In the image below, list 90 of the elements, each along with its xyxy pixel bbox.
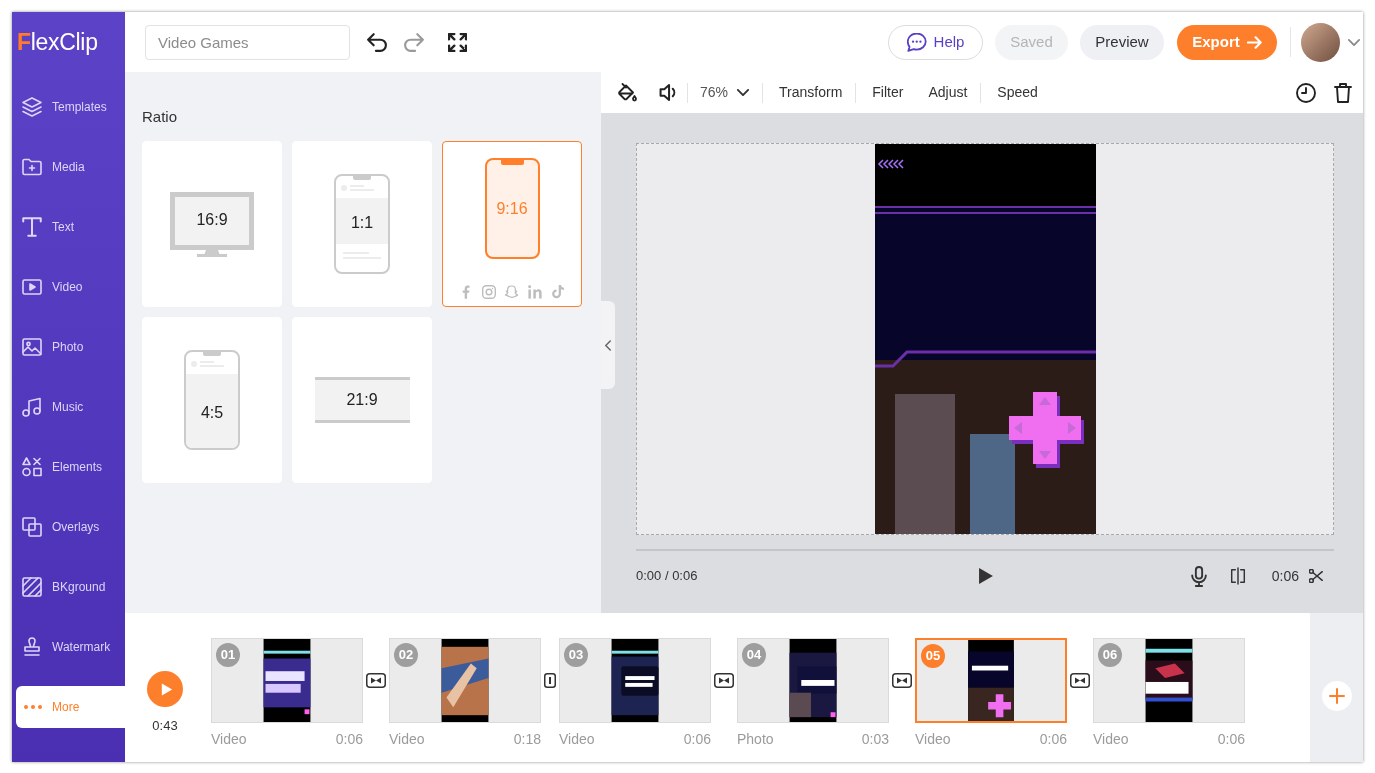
music-note-icon [22, 397, 42, 417]
clip-type-label: Photo [737, 730, 774, 748]
dots-icon [24, 705, 42, 709]
clip-duration: 0:18 [513, 730, 541, 748]
background-pattern-icon [22, 577, 42, 597]
split-icon[interactable] [1229, 567, 1246, 585]
sidebar-item[interactable]: Overlays [16, 506, 125, 548]
play-button[interactable] [147, 671, 183, 707]
sidebar-item[interactable]: Video [16, 266, 125, 308]
clip-type-label: Video [559, 730, 595, 748]
shapes-icon [22, 457, 42, 477]
chevron-left-icon [605, 339, 611, 351]
clip-duration: 0:06 [1039, 730, 1067, 748]
preview-button[interactable]: Preview [1080, 24, 1164, 60]
sidebar-item[interactable]: Music [16, 386, 125, 428]
transition-bowtie-icon[interactable] [366, 673, 386, 688]
sidebar-item[interactable]: BKground [16, 566, 125, 608]
chevron-down-icon [737, 89, 750, 96]
ratio-option[interactable]: 1:1 [292, 141, 432, 307]
linkedin-icon [528, 285, 542, 299]
tiktok-icon [551, 285, 565, 299]
phone-icon [484, 158, 540, 259]
app-logo: FlexClip [16, 27, 99, 57]
total-duration: 0:43 [152, 718, 178, 734]
playback-time: 0:00 / 0:06 [636, 567, 698, 586]
sidebar-item[interactable]: Elements [16, 446, 125, 488]
instagram-icon [482, 285, 496, 299]
image-icon [22, 337, 42, 357]
toolbar-button[interactable]: Speed [997, 82, 1038, 103]
toolbar-button[interactable]: Transform [779, 82, 843, 103]
arrow-right-icon [1246, 35, 1262, 49]
undo-icon[interactable] [367, 32, 387, 52]
sidebar-item[interactable]: Media [16, 146, 125, 188]
clip-number-badge: 02 [394, 643, 418, 667]
ratio-option[interactable]: 21:9 [292, 317, 432, 483]
sidebar-item[interactable]: Text [16, 206, 125, 248]
clip-number-badge: 06 [1098, 643, 1122, 667]
clock-icon[interactable] [1296, 82, 1316, 103]
play-square-icon [22, 277, 42, 297]
play-icon [160, 681, 173, 697]
zoom-dropdown[interactable]: 76% [700, 82, 750, 103]
sidebar-item[interactable]: Photo [16, 326, 125, 368]
phone-icon [184, 350, 240, 450]
clip-number-badge: 05 [921, 644, 945, 668]
phone-icon [334, 174, 390, 274]
overlapping-squares-icon [22, 517, 42, 537]
help-button[interactable]: Help [888, 24, 983, 60]
vertical-bar-icon[interactable] [544, 673, 556, 688]
folder-plus-icon [22, 157, 42, 177]
clip-type-label: Video [389, 730, 425, 748]
chevron-down-icon[interactable] [1348, 38, 1360, 46]
sidebar-item[interactable]: Templates [16, 86, 125, 128]
stamp-icon [22, 637, 42, 657]
clip-duration: 0:06 [1271, 566, 1299, 586]
transition-bowtie-icon[interactable] [892, 673, 912, 688]
sidebar-item[interactable]: Watermark [16, 626, 125, 668]
clip-type-label: Video [915, 730, 951, 748]
play-icon[interactable] [978, 567, 995, 585]
monitor-icon [170, 191, 254, 257]
clip-duration: 0:06 [1217, 730, 1245, 748]
clip-duration: 0:03 [861, 730, 889, 748]
widescreen-frame-icon [314, 377, 410, 423]
chat-bubble-icon [906, 32, 927, 52]
snapchat-icon [505, 285, 519, 299]
ratio-option[interactable]: 4:5 [142, 317, 282, 483]
project-title-field[interactable]: Video Games [145, 24, 350, 60]
clip-type-label: Video [211, 730, 247, 748]
clip-number-badge: 04 [742, 643, 766, 667]
clip-type-label: Video [1093, 730, 1129, 748]
transition-bowtie-icon[interactable] [1070, 673, 1090, 688]
avatar[interactable] [1301, 22, 1340, 62]
layers-icon [22, 97, 42, 117]
toolbar-button[interactable]: Adjust [928, 82, 968, 103]
panel-title: Ratio [142, 107, 179, 127]
paint-bucket-icon[interactable] [617, 82, 637, 103]
fullscreen-icon[interactable] [448, 32, 467, 52]
toolbar-button[interactable]: Filter [872, 82, 904, 103]
speaker-icon[interactable] [659, 84, 677, 101]
microphone-icon[interactable] [1190, 565, 1207, 587]
ratio-option[interactable]: 16:9 [142, 141, 282, 307]
clip-duration: 0:06 [335, 730, 363, 748]
add-clip-button[interactable] [1321, 681, 1352, 711]
text-icon [22, 217, 42, 237]
trash-icon[interactable] [1334, 82, 1352, 103]
clip-number-badge: 01 [216, 643, 240, 667]
clip-duration: 0:06 [683, 730, 711, 748]
scissors-icon[interactable] [1309, 569, 1323, 583]
clip-number-badge: 03 [564, 643, 588, 667]
transition-bowtie-icon[interactable] [714, 673, 734, 688]
plus-icon [1328, 688, 1345, 704]
